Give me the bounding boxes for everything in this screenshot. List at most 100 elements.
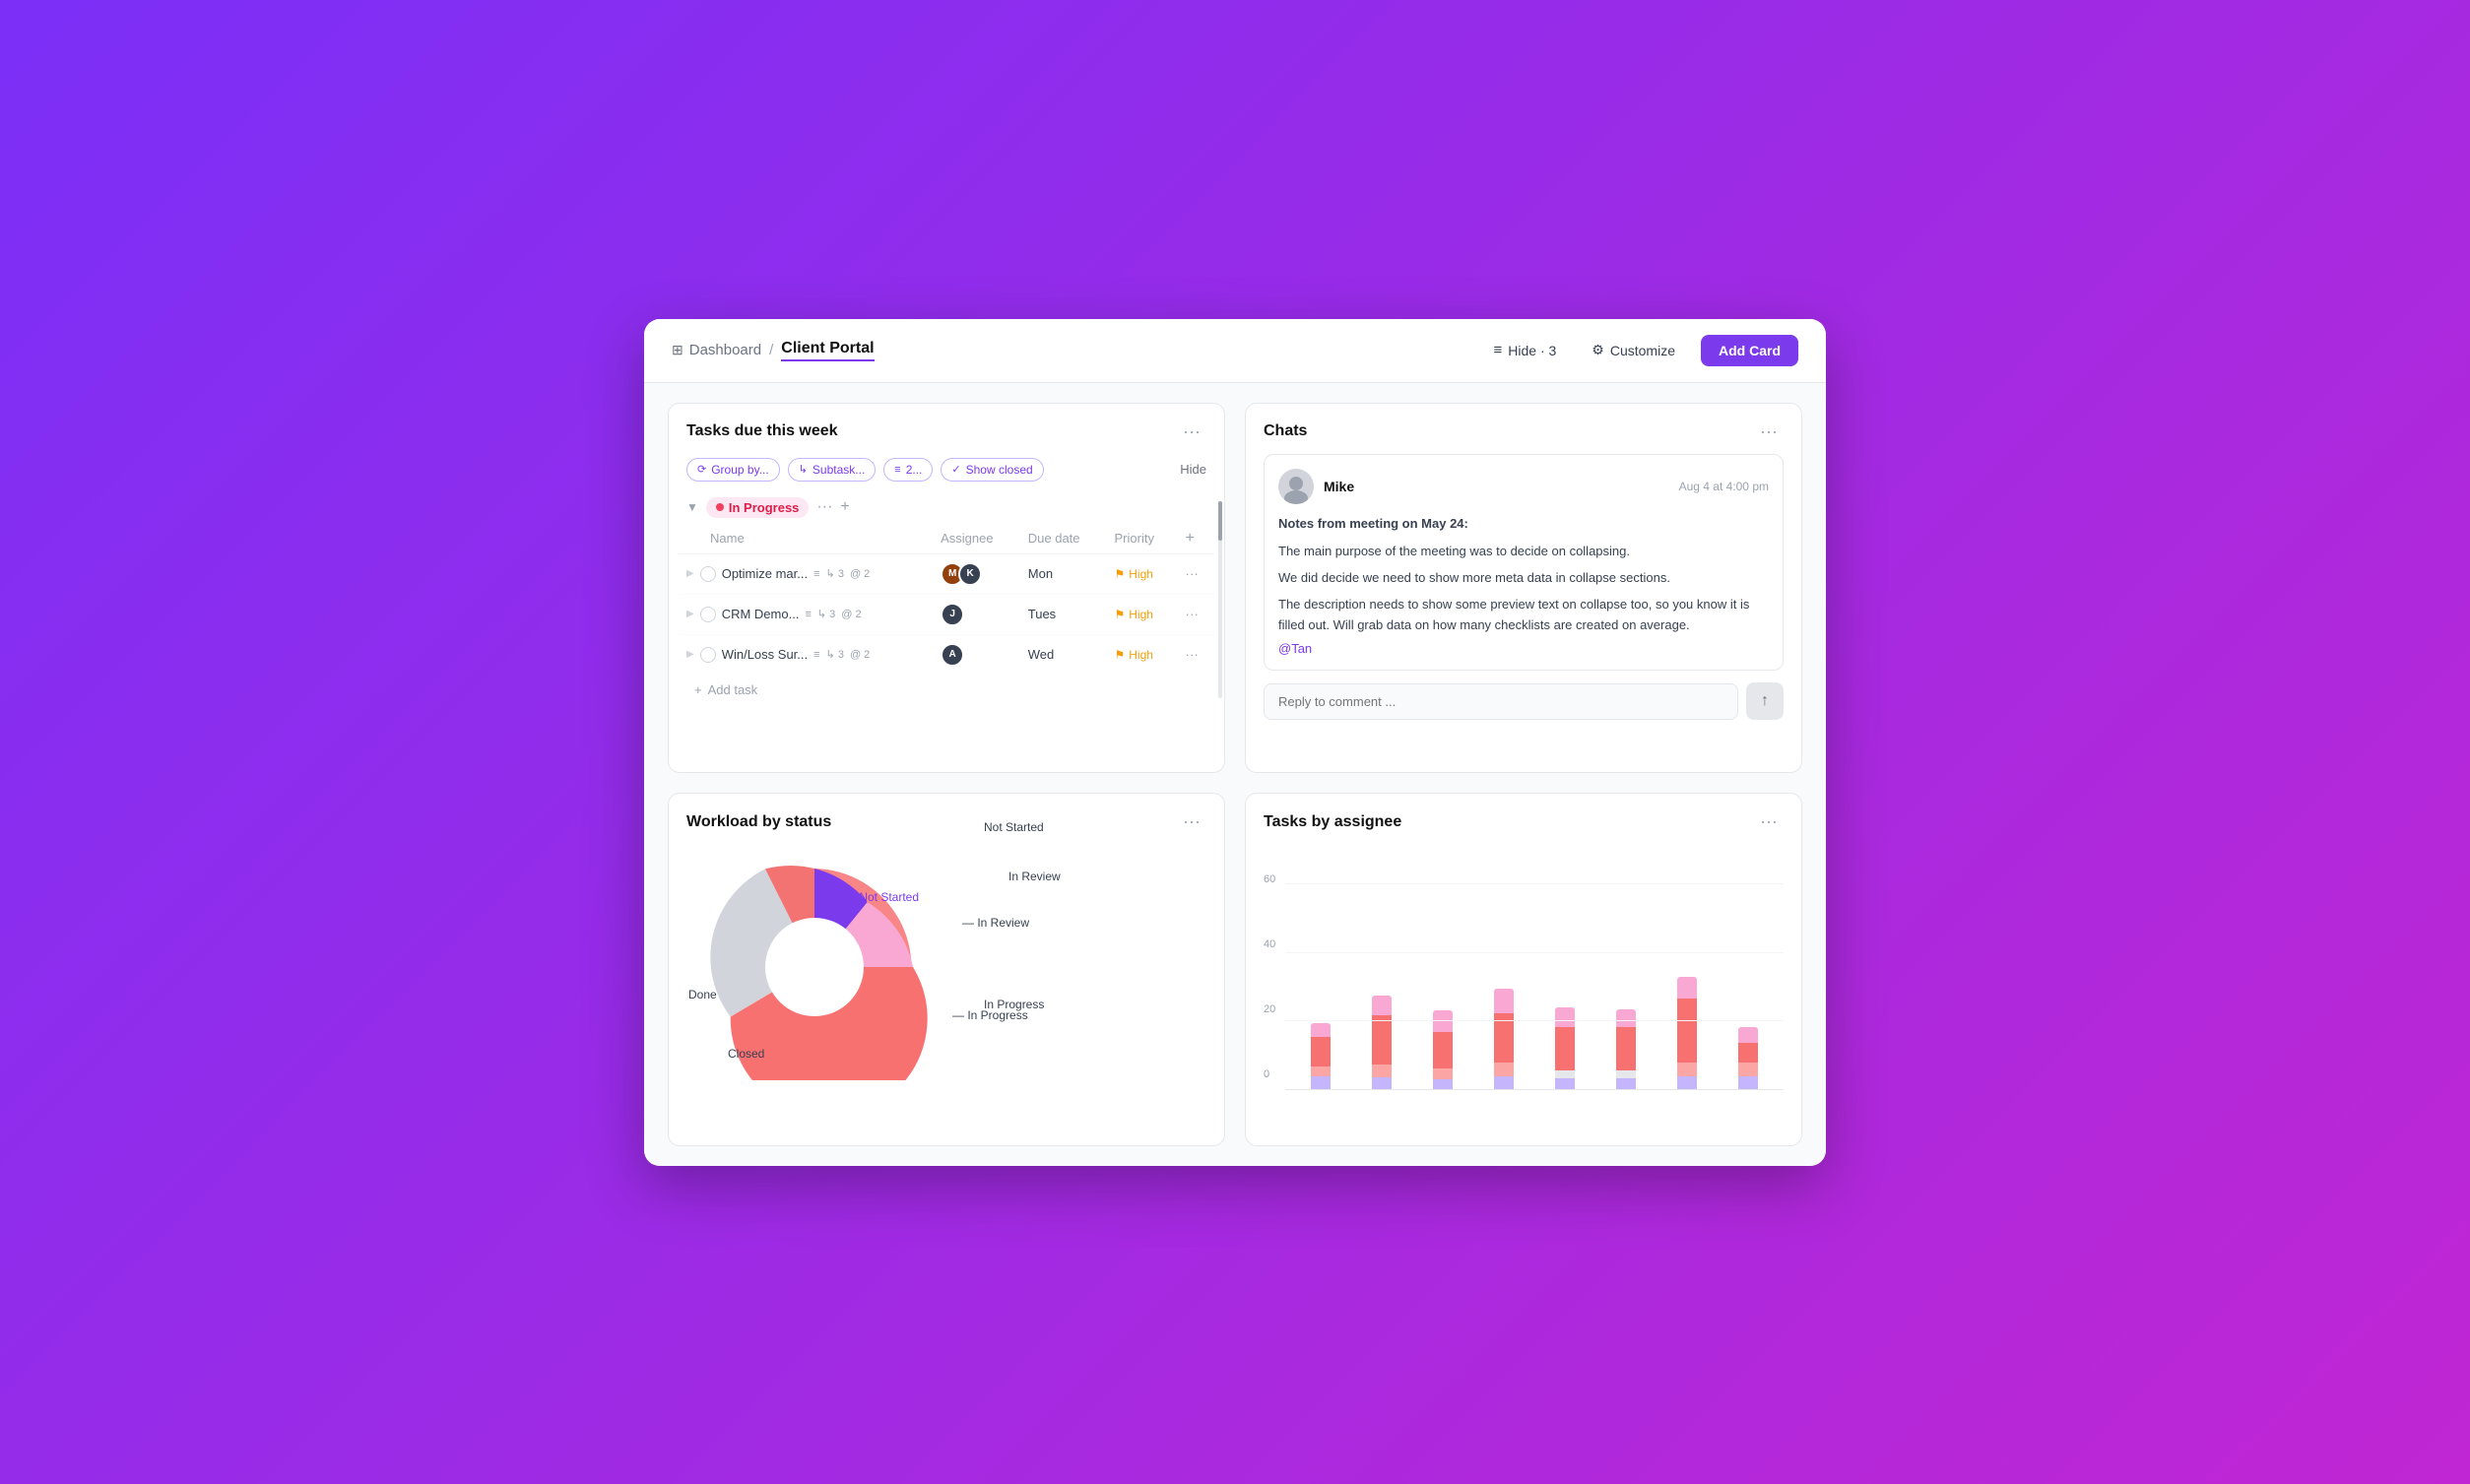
task-name[interactable]: Optimize mar... <box>722 566 808 581</box>
task-expand-icon[interactable]: ▶ <box>686 649 694 660</box>
hide-button[interactable]: ≡ Hide · 3 <box>1484 336 1567 364</box>
tasks-card-title: Tasks due this week <box>686 422 838 440</box>
col-name: Name <box>679 524 933 554</box>
table-row: ▶ Optimize mar... ≡ ↳ 3 @ 2 <box>679 553 1214 594</box>
group-more-button[interactable]: ··· <box>816 498 832 516</box>
grid-line-bottom <box>1285 1089 1784 1090</box>
hide-label: Hide · 3 <box>1508 343 1556 358</box>
col-priority: Priority <box>1107 524 1178 554</box>
breadcrumb-current: Client Portal <box>781 340 874 361</box>
tasks-card: Tasks due this week ··· ⟳ Group by... ↳ … <box>668 403 1225 774</box>
chat-user-row: Mike Aug 4 at 4:00 pm <box>1278 469 1769 504</box>
tasks-card-header: Tasks due this week ··· <box>669 404 1224 454</box>
task-expand-icon[interactable]: ▶ <box>686 609 694 619</box>
tasks-more-button[interactable]: ··· <box>1177 419 1206 444</box>
scroll-thumb[interactable] <box>1218 501 1222 541</box>
show-closed-filter[interactable]: ✓ Show closed <box>941 458 1043 482</box>
group-arrow-icon[interactable]: ▼ <box>686 500 698 514</box>
table-row: ▶ CRM Demo... ≡ ↳ 3 @ 2 <box>679 594 1214 634</box>
bar-segment <box>1616 1070 1636 1078</box>
breadcrumb: ⊞ Dashboard / Client Portal <box>672 340 875 361</box>
bar-segment <box>1677 1063 1697 1076</box>
assignee-more-button[interactable]: ··· <box>1754 809 1784 834</box>
table-row: ▶ Win/Loss Sur... ≡ ↳ 3 @ 2 <box>679 634 1214 675</box>
y-label-40: 40 <box>1264 938 1275 950</box>
chat-text-line1: Notes from meeting on May 24: <box>1278 514 1769 535</box>
customize-label: Customize <box>1610 343 1675 358</box>
bar-segment <box>1372 1065 1392 1077</box>
in-progress-label: — In Progress <box>952 1008 1028 1022</box>
add-task-icon: + <box>694 682 702 697</box>
customize-icon: ⚙ <box>1592 342 1604 358</box>
bar-segment <box>1555 1070 1575 1078</box>
bar-stack <box>1722 1027 1774 1090</box>
col-assignee: Assignee <box>933 524 1020 554</box>
add-card-button[interactable]: Add Card <box>1701 335 1798 366</box>
workload-more-button[interactable]: ··· <box>1177 809 1206 834</box>
task-comment-icon: @ 2 <box>850 568 870 580</box>
filter-icon: ≡ <box>894 464 900 476</box>
bar-stack <box>1478 989 1529 1090</box>
hide-tasks-button[interactable]: Hide <box>1180 462 1206 477</box>
grid-line-mid1 <box>1285 952 1784 953</box>
chats-card: Chats ··· <box>1245 403 1802 774</box>
chat-mention[interactable]: @Tan <box>1278 641 1769 656</box>
main-content: Tasks due this week ··· ⟳ Group by... ↳ … <box>644 383 1826 1166</box>
avatar: K <box>958 562 982 586</box>
bar-stack <box>1356 996 1407 1090</box>
task-name-cell: ▶ CRM Demo... ≡ ↳ 3 @ 2 <box>686 607 925 622</box>
group-by-filter[interactable]: ⟳ Group by... <box>686 458 780 482</box>
breadcrumb-separator: / <box>769 342 773 358</box>
row-more-button[interactable]: ··· <box>1186 566 1199 581</box>
bar-segment <box>1372 996 1392 1015</box>
subtask-filter[interactable]: ↳ Subtask... <box>788 458 877 482</box>
bar-segment <box>1677 977 1697 999</box>
tasks-filters: ⟳ Group by... ↳ Subtask... ≡ 2... ✓ Show… <box>669 454 1224 491</box>
bar-segment <box>1311 1076 1331 1090</box>
breadcrumb-dashboard[interactable]: ⊞ Dashboard <box>672 342 761 358</box>
app-window: ⊞ Dashboard / Client Portal ≡ Hide · 3 ⚙… <box>644 319 1826 1166</box>
bars-area <box>1285 883 1784 1090</box>
bar-stack <box>1295 1023 1346 1090</box>
task-status-circle[interactable] <box>700 647 716 663</box>
chat-user: Mike <box>1278 469 1354 504</box>
task-subtask-count: ↳ 3 <box>817 608 835 620</box>
group-add-button[interactable]: + <box>840 498 849 516</box>
row-more-button[interactable]: ··· <box>1186 607 1199 621</box>
task-comment-icon: @ 2 <box>841 609 861 620</box>
col-due-date: Due date <box>1020 524 1107 554</box>
status-label: In Progress <box>729 500 800 515</box>
row-more-button[interactable]: ··· <box>1186 647 1199 662</box>
status-badge: In Progress <box>706 497 810 518</box>
bar-segment <box>1677 1076 1697 1090</box>
task-name[interactable]: CRM Demo... <box>722 607 800 621</box>
group-by-label: Group by... <box>711 463 768 477</box>
chat-send-button[interactable]: ↑ <box>1746 682 1784 720</box>
add-task-label: Add task <box>708 682 758 697</box>
chats-card-header: Chats ··· <box>1246 404 1801 454</box>
bar-segment <box>1738 1043 1758 1063</box>
assignee-card: Tasks by assignee ··· 60 40 20 0 <box>1245 793 1802 1145</box>
chats-more-button[interactable]: ··· <box>1754 419 1784 444</box>
show-closed-label: Show closed <box>966 463 1033 477</box>
pie-svg <box>686 854 942 1080</box>
bar-segment <box>1555 1007 1575 1027</box>
bar-chart-body: 60 40 20 0 <box>1246 844 1801 1106</box>
chat-reply-input[interactable] <box>1264 683 1738 720</box>
bar-stack <box>1600 1009 1652 1090</box>
bar-segment <box>1677 999 1697 1063</box>
task-expand-icon[interactable]: ▶ <box>686 568 694 579</box>
add-task-row[interactable]: + Add task <box>679 675 1214 705</box>
col-add[interactable]: + <box>1178 524 1214 554</box>
bar-stack <box>1661 977 1713 1090</box>
task-status-circle[interactable] <box>700 566 716 582</box>
bar-segment <box>1616 1027 1636 1070</box>
customize-button[interactable]: ⚙ Customize <box>1582 336 1685 364</box>
task-name[interactable]: Win/Loss Sur... <box>722 647 808 662</box>
user-avatar <box>1278 469 1314 504</box>
chat-reply-row: ↑ <box>1264 682 1784 720</box>
status-dot <box>716 503 724 511</box>
num-filter[interactable]: ≡ 2... <box>883 458 933 482</box>
task-status-circle[interactable] <box>700 607 716 622</box>
dashboard-label[interactable]: Dashboard <box>689 342 761 358</box>
